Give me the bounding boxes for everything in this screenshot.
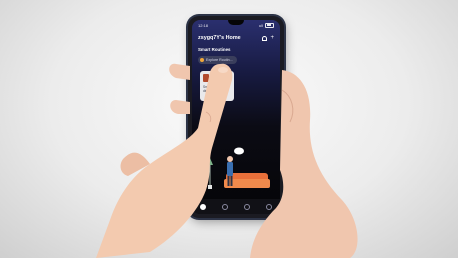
plus-icon[interactable]: + bbox=[270, 35, 274, 41]
device-name-line2: dimm... bbox=[203, 88, 214, 93]
routine-label: Explore Routin... bbox=[206, 58, 233, 62]
explore-icon bbox=[222, 203, 228, 210]
signal-indicator: ull bbox=[258, 22, 263, 28]
profile-icon bbox=[266, 203, 272, 210]
tab-home[interactable] bbox=[200, 203, 206, 210]
plant-pot bbox=[208, 185, 212, 189]
status-time: 12:18 bbox=[198, 22, 209, 28]
plant-leaves bbox=[207, 158, 213, 165]
wrapped-finger bbox=[169, 63, 190, 80]
bell-icon[interactable] bbox=[262, 35, 268, 41]
smartphone: 12:18 ull zsygq7Y's Home + Smart Routine… bbox=[188, 16, 284, 218]
person-head bbox=[227, 156, 233, 162]
device-card[interactable]: Smart dimm... bbox=[200, 71, 234, 101]
explore-routines-chip[interactable]: Explore Routin... bbox=[198, 56, 237, 64]
person-leg bbox=[227, 176, 230, 186]
bottom-tab-bar bbox=[192, 199, 280, 214]
battery-icon bbox=[265, 22, 274, 28]
speech-bubble bbox=[234, 147, 244, 155]
home-selector[interactable]: zsygq7Y's Home bbox=[198, 35, 241, 41]
tab-explore[interactable] bbox=[222, 203, 228, 210]
status-bar: 12:18 ull bbox=[198, 22, 274, 28]
empty-state-illustration bbox=[207, 147, 270, 189]
device-label: Smart dimm... bbox=[203, 85, 214, 94]
phone-screen: 12:18 ull zsygq7Y's Home + Smart Routine… bbox=[192, 20, 280, 214]
dimmer-icon bbox=[203, 74, 209, 82]
section-title: Smart Routines bbox=[198, 47, 231, 52]
home-icon bbox=[200, 203, 206, 210]
thumb bbox=[120, 152, 150, 176]
person-body bbox=[227, 162, 233, 176]
photo-scene: 12:18 ull zsygq7Y's Home + Smart Routine… bbox=[0, 0, 458, 258]
scene-icon bbox=[244, 203, 250, 210]
person-leg bbox=[230, 176, 233, 186]
routine-icon bbox=[200, 58, 204, 62]
tab-scene[interactable] bbox=[244, 203, 250, 210]
tab-profile[interactable] bbox=[266, 203, 272, 210]
app-header: zsygq7Y's Home + bbox=[198, 33, 274, 43]
